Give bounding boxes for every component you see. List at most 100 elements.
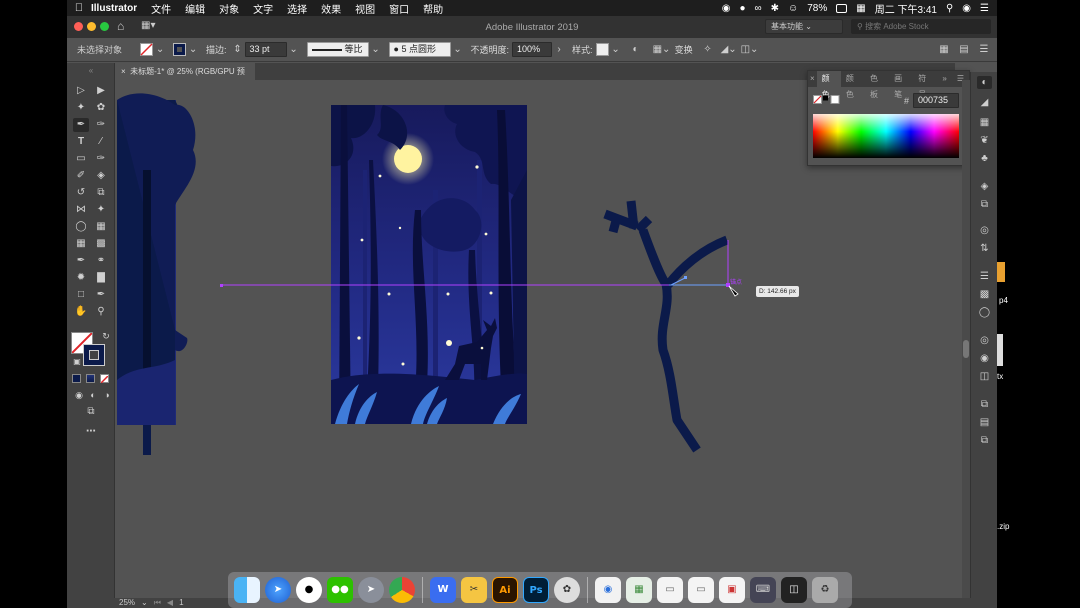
curvature-tool-icon[interactable]: ✑ [93,118,109,132]
spreadsheet-file-icon[interactable]: ▦ [626,577,652,603]
zoom-tool-icon[interactable]: ⚲ [93,305,109,319]
pen-tool-icon[interactable]: ✒ [73,118,89,132]
desktop-label-p4[interactable]: p4 [999,296,1008,305]
variable-width-profile[interactable]: 等比 ⌄ [306,42,383,57]
expand-panel-icon[interactable]: » [937,71,951,87]
chrome-icon[interactable] [389,577,415,603]
desktop-doc-icon[interactable] [997,334,1003,366]
stroke-panel-icon[interactable]: ☰ [977,270,992,283]
direct-selection-tool-icon[interactable]: ▶ [93,84,109,98]
menu-select[interactable]: 选择 [287,1,307,16]
wifi-icon[interactable]: ☺ [788,3,798,14]
wechat-icon[interactable]: ●● [327,577,353,603]
tab-symbols[interactable]: 符号 [913,71,937,99]
menu-effect[interactable]: 效果 [321,1,341,16]
screen-record-icon[interactable]: ◉ [722,3,731,14]
cut-tool-icon[interactable]: ✂ [461,577,487,603]
eyedropper-tool-icon[interactable]: ✒ [73,254,89,268]
stepper-icon[interactable]: ⇕ [231,44,245,55]
slice-tool-icon[interactable]: ✒ [93,288,109,302]
input-method-icon[interactable]: ▦ [856,3,865,14]
document-file-icon[interactable]: ▭ [688,577,714,603]
battery-icon[interactable] [836,3,848,13]
menu-help[interactable]: 帮助 [423,1,443,16]
color-mode-button[interactable] [72,374,81,383]
tab-swatches[interactable]: 色板 [865,71,889,99]
opacity-input[interactable]: 100% [512,42,553,57]
screen-mode-icon[interactable]: ⧉ [83,405,99,419]
illustrator-dock-icon[interactable]: Ai [492,577,518,603]
shaper-tool-icon[interactable]: ✐ [73,169,89,183]
asset-export-icon[interactable]: ⇅ [977,242,992,255]
edit-toolbar-icon[interactable]: ⋯ [83,425,99,439]
image-file-icon[interactable]: ▣ [719,577,745,603]
fill-swatch[interactable]: ⌄ [140,43,167,56]
left-artboard[interactable] [117,93,196,455]
envelope-icon[interactable]: ◫⌄ [741,44,759,55]
desktop-file-icon[interactable] [997,262,1005,282]
column-graph-tool-icon[interactable]: ▇ [93,271,109,285]
color-guide-icon[interactable]: ◢ [977,96,992,109]
tab-color[interactable]: 颜色 [816,71,841,99]
desktop-label-zip[interactable]: .zip [997,522,1009,531]
apple-icon[interactable]:  [67,2,91,14]
swap-fill-stroke-icon[interactable]: ↻ [98,329,114,343]
brushes-icon[interactable]: ❦ [977,134,992,147]
shape-builder-tool-icon[interactable]: ◯ [73,220,89,234]
menu-app-name[interactable]: Illustrator [91,3,137,14]
rectangle-tool-icon[interactable]: ▭ [73,152,89,166]
creative-cloud-status-icon[interactable]: ∞ [755,3,762,14]
selection-tool-icon[interactable]: ▷ [73,84,89,98]
photoshop-dock-icon[interactable]: Ps [523,577,549,603]
branch-drawing[interactable] [603,200,729,453]
wechat-status-icon[interactable]: ● [739,3,745,14]
artboard-tool-icon[interactable]: □ [73,288,89,302]
puppet-warp-tool-icon[interactable]: ✦ [93,203,109,217]
wps-icon[interactable]: W [430,577,456,603]
screenshot-file-icon[interactable]: ▭ [657,577,683,603]
perspective-grid-tool-icon[interactable]: ▦ [93,220,109,234]
blend-tool-icon[interactable]: ⚭ [93,254,109,268]
menu-file[interactable]: 文件 [151,1,171,16]
opacity-label[interactable]: 不透明度: [471,43,510,56]
forest-artboard[interactable] [331,105,527,424]
keyboard-viewer-icon[interactable]: ⌨ [750,577,776,603]
color-panel-icon[interactable]: ◐ [977,76,992,89]
safari-icon[interactable]: ➤ [265,577,291,603]
transparency-icon[interactable]: ◯ [977,306,992,319]
launchpad-icon[interactable]: ➤ [358,577,384,603]
layers-icon[interactable]: ◈ [977,180,992,193]
none-mode-button[interactable] [100,374,109,384]
bluetooth-icon[interactable]: ✱ [771,3,779,14]
workspace-switcher[interactable]: 基本功能 ⌄ [765,19,843,34]
zoom-level[interactable]: 25% [119,598,135,608]
width-tool-icon[interactable]: ⋈ [73,203,89,217]
arrange-icon[interactable]: ▦ [937,44,951,55]
isolate-icon[interactable]: ✧ [701,44,715,55]
adobe-stock-search[interactable]: ⚲ 搜索 Adobe Stock [851,19,991,34]
panel-collapse-icon[interactable]: « [71,64,111,78]
opacity-field[interactable]: 100% › [512,42,566,57]
magic-wand-tool-icon[interactable]: ✦ [73,101,89,115]
menu-object[interactable]: 对象 [219,1,239,16]
menu-view[interactable]: 视图 [355,1,375,16]
mesh-tool-icon[interactable]: ▦ [73,237,89,251]
align-icon[interactable]: ▤ [977,416,992,429]
shape-builder-options-icon[interactable]: ◢⌄ [721,44,737,55]
lasso-tool-icon[interactable]: ✿ [93,101,109,115]
brush-definition[interactable]: ● 5 点圆形 ⌄ [388,42,465,57]
rotate-tool-icon[interactable]: ↺ [73,186,89,200]
battery-percent[interactable]: 78% [807,3,827,14]
artboards-icon[interactable]: ⧉ [977,198,992,211]
appearance-icon[interactable]: ◎ [977,334,992,347]
transform-panel-icon[interactable]: ⧉ [977,398,992,411]
eraser-tool-icon[interactable]: ◈ [93,169,109,183]
first-artboard-icon[interactable]: ⏮ [154,598,161,608]
recolor-artwork-icon[interactable]: ◐ [629,44,643,55]
align-grid-icon[interactable]: ▦⌄ [653,44,671,55]
scale-tool-icon[interactable]: ⧉ [93,186,109,200]
line-tool-icon[interactable]: ⁄ [93,135,109,149]
swatches-icon[interactable]: ▦ [977,116,992,129]
notification-center-icon[interactable]: ☰ [980,3,989,14]
trash-icon[interactable]: ♻ [812,577,838,603]
